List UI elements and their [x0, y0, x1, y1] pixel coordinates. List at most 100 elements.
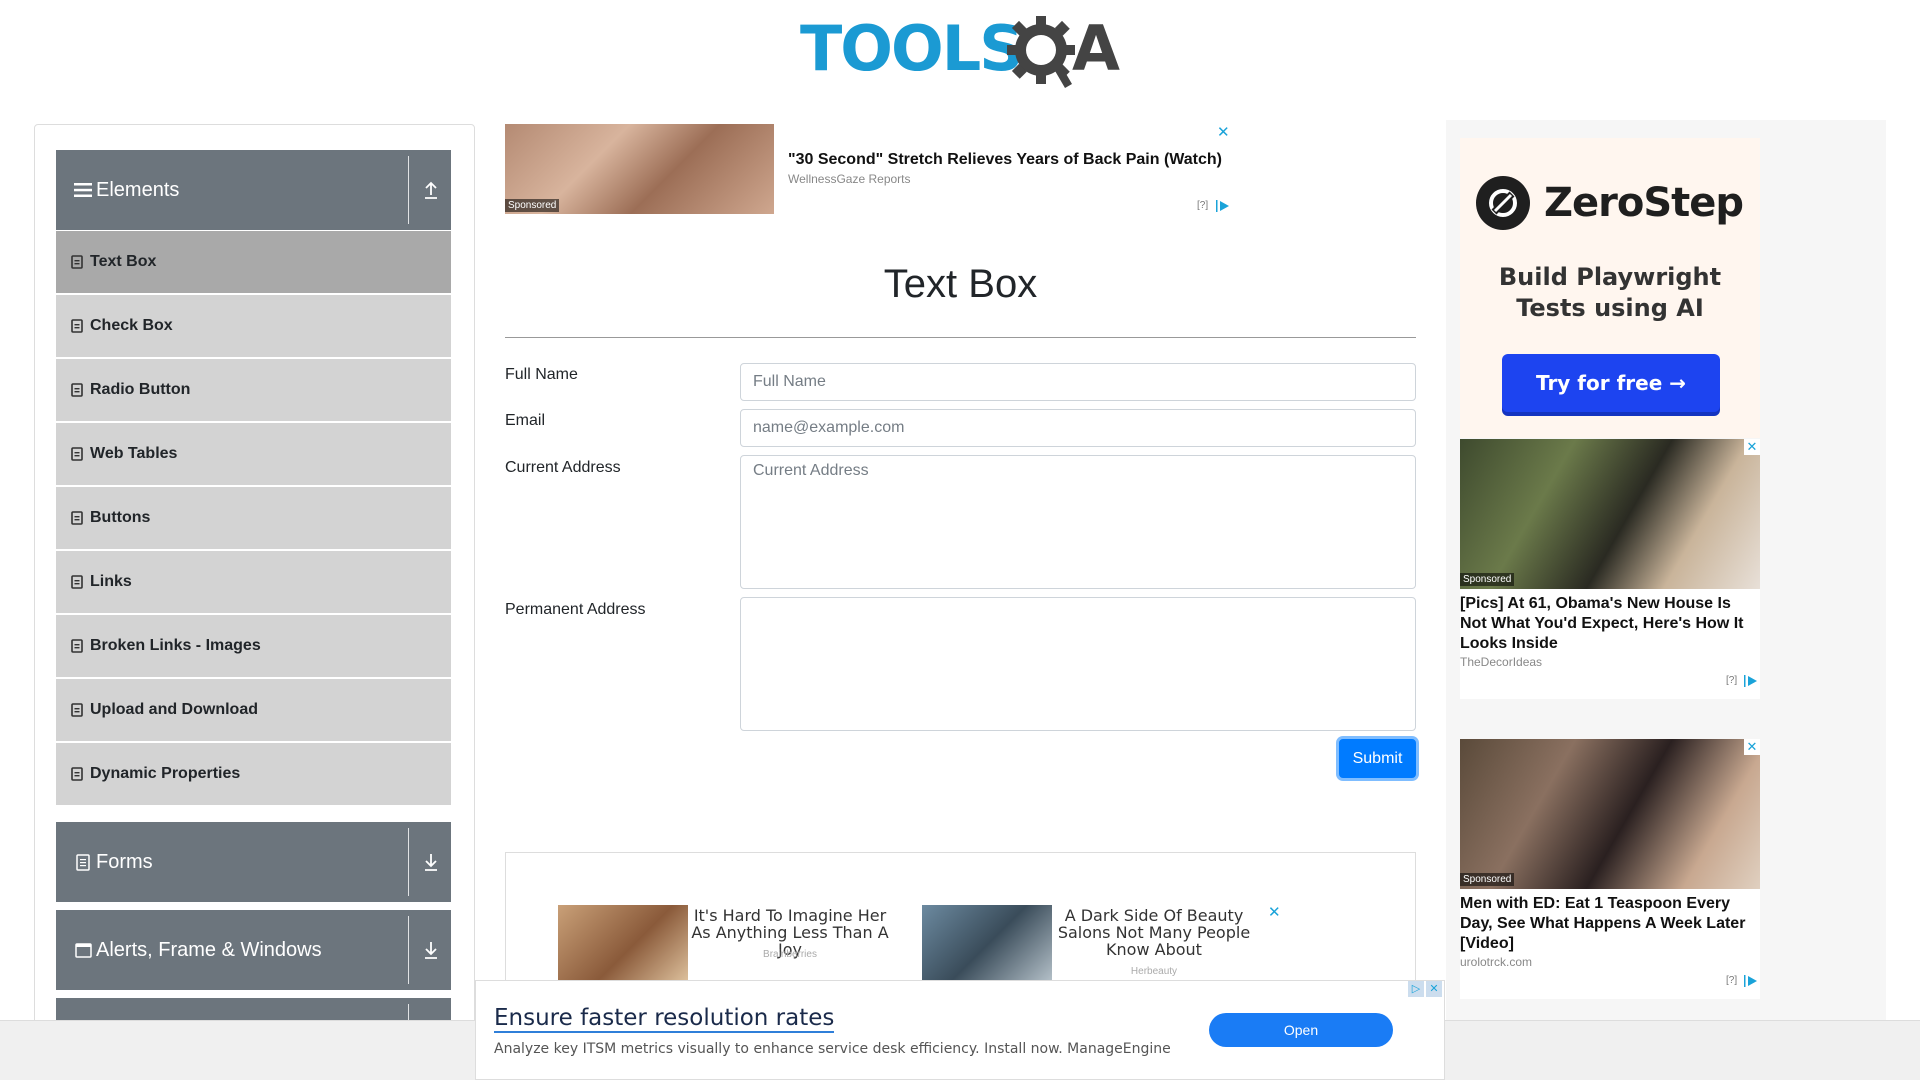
menu-item-check-box[interactable]: Check Box	[56, 295, 451, 357]
menu-item-web-tables[interactable]: Web Tables	[56, 423, 451, 485]
sponsored-label: Sponsored	[505, 199, 560, 212]
toolsqa-logo[interactable]: TOOLS A	[800, 14, 1130, 94]
list-icon	[71, 703, 83, 717]
adchoices-icon[interactable]: ▷	[1408, 981, 1424, 997]
menu-item-links[interactable]: Links	[56, 551, 451, 613]
ad-title[interactable]: A Dark Side Of Beauty Salons Not Many Pe…	[1054, 907, 1254, 958]
side-ad-1[interactable]: Sponsored ✕ [Pics] At 61, Obama's New Ho…	[1460, 439, 1760, 699]
sponsored-label: Sponsored	[1460, 873, 1515, 886]
ad-thumbnail[interactable]	[1460, 439, 1760, 589]
document-icon	[74, 853, 92, 871]
collapse-up-icon[interactable]	[419, 178, 443, 202]
side-ad-2[interactable]: Sponsored ✕ Men with ED: Eat 1 Teaspoon …	[1460, 739, 1760, 999]
current-address-label: Current Address	[505, 459, 621, 476]
recommended-ad-1[interactable]: It's Hard To Imagine Her As Anything Les…	[558, 905, 908, 985]
group-header-alerts[interactable]: Alerts, Frame & Windows	[56, 910, 451, 990]
zerostep-logo: ZeroStep	[1476, 176, 1744, 230]
group-header-forms[interactable]: Forms	[56, 822, 451, 902]
full-name-label: Full Name	[505, 366, 578, 383]
divider	[505, 337, 1416, 338]
full-name-input[interactable]	[740, 363, 1416, 401]
menu-item-label: Links	[90, 573, 132, 590]
banner-description: Analyze key ITSM metrics visually to enh…	[494, 1041, 1171, 1057]
ad-source: Herbeauty	[1130, 966, 1178, 977]
ad-thumbnail[interactable]	[922, 905, 1052, 985]
zerostep-name: ZeroStep	[1544, 180, 1744, 226]
menu-item-label: Buttons	[90, 509, 151, 526]
separator	[408, 156, 409, 224]
tagline-line-1: Build Playwright	[1498, 263, 1722, 291]
list-icon	[71, 639, 83, 653]
logo-text-a: A	[1072, 12, 1120, 85]
list-icon	[71, 767, 83, 781]
bottom-banner-ad[interactable]: ▷ ✕ Ensure faster resolution rates Analy…	[475, 980, 1445, 1080]
menu-item-buttons[interactable]: Buttons	[56, 487, 451, 549]
permanent-address-textarea[interactable]	[740, 597, 1416, 731]
zerostep-tagline: Build Playwright Tests using AI	[1460, 262, 1760, 324]
ad-title[interactable]: "30 Second" Stretch Relieves Years of Ba…	[788, 151, 1222, 169]
ad-source: TheDecorIdeas	[1460, 655, 1543, 669]
window-icon	[74, 941, 92, 959]
close-icon[interactable]: ✕	[1268, 905, 1281, 920]
zerostep-ad[interactable]: ZeroStep Build Playwright Tests using AI…	[1460, 138, 1760, 438]
recommended-ad-2[interactable]: A Dark Side Of Beauty Salons Not Many Pe…	[922, 905, 1282, 985]
menu-item-label: Upload and Download	[90, 701, 258, 718]
list-icon	[71, 447, 83, 461]
menu-item-dynamic-properties[interactable]: Dynamic Properties	[56, 743, 451, 805]
ad-thumbnail[interactable]	[558, 905, 688, 985]
adchoices-icon[interactable]	[1216, 200, 1230, 212]
header: TOOLS A	[0, 0, 1920, 110]
group-title: Alerts, Frame & Windows	[96, 938, 322, 961]
recommended-ads: It's Hard To Imagine Her As Anything Les…	[505, 852, 1416, 985]
list-icon	[71, 319, 83, 333]
menu-item-label: Radio Button	[90, 381, 191, 398]
adchoices-icon[interactable]	[1744, 975, 1758, 987]
menu-item-label: Text Box	[90, 253, 157, 270]
banner-ad-controls: ▷ ✕	[1408, 981, 1442, 997]
ad-help[interactable]: [?]	[1726, 675, 1737, 686]
group-header-elements[interactable]: Elements	[56, 150, 451, 230]
ad-thumbnail[interactable]	[1460, 739, 1760, 889]
ad-source: WellnessGaze Reports	[788, 172, 911, 186]
left-sidebar: Elements Text Box Check Box Radio Button…	[34, 124, 475, 1034]
close-icon[interactable]: ✕	[1744, 439, 1760, 455]
menu-item-label: Check Box	[90, 317, 173, 334]
ad-title[interactable]: [Pics] At 61, Obama's New House Is Not W…	[1460, 594, 1760, 654]
menu-item-label: Dynamic Properties	[90, 765, 241, 782]
email-input[interactable]	[740, 409, 1416, 447]
submit-button[interactable]: Submit	[1339, 739, 1416, 778]
page-title: Text Box	[883, 262, 1038, 306]
permanent-address-label: Permanent Address	[505, 601, 646, 618]
ad-help[interactable]: [?]	[1726, 975, 1737, 986]
list-icon	[71, 383, 83, 397]
list-icon	[71, 511, 83, 525]
hamburger-icon	[74, 181, 92, 199]
list-icon	[71, 575, 83, 589]
group-title: Forms	[96, 850, 153, 873]
close-icon[interactable]: ✕	[1426, 981, 1442, 997]
adchoices-icon[interactable]	[1744, 675, 1758, 687]
expand-down-icon[interactable]	[419, 850, 443, 874]
banner-title[interactable]: Ensure faster resolution rates	[494, 1005, 835, 1033]
email-label: Email	[505, 412, 546, 429]
expand-down-icon[interactable]	[419, 938, 443, 962]
try-for-free-button[interactable]: Try for free →	[1502, 354, 1720, 412]
group-title: Elements	[96, 178, 180, 201]
menu-item-broken-links[interactable]: Broken Links - Images	[56, 615, 451, 677]
menu-item-text-box[interactable]: Text Box	[56, 231, 451, 293]
menu-item-upload-download[interactable]: Upload and Download	[56, 679, 451, 741]
close-icon[interactable]: ✕	[1744, 739, 1760, 755]
ad-title[interactable]: Men with ED: Eat 1 Teaspoon Every Day, S…	[1460, 894, 1760, 954]
list-icon	[71, 255, 83, 269]
ad-help[interactable]: [?]	[1197, 200, 1208, 211]
ad-source: urolotrck.com	[1460, 955, 1533, 969]
menu-item-radio-button[interactable]: Radio Button	[56, 359, 451, 421]
tagline-line-2: Tests using AI	[1516, 294, 1704, 322]
top-sponsored-ad[interactable]: Sponsored "30 Second" Stretch Relieves Y…	[505, 124, 1235, 214]
open-button[interactable]: Open	[1209, 1013, 1393, 1047]
menu-item-label: Web Tables	[90, 445, 178, 462]
ad-source: Brainberries	[763, 949, 817, 960]
close-icon[interactable]: ✕	[1217, 125, 1230, 140]
current-address-textarea[interactable]	[740, 455, 1416, 589]
sponsored-label: Sponsored	[1460, 573, 1515, 586]
